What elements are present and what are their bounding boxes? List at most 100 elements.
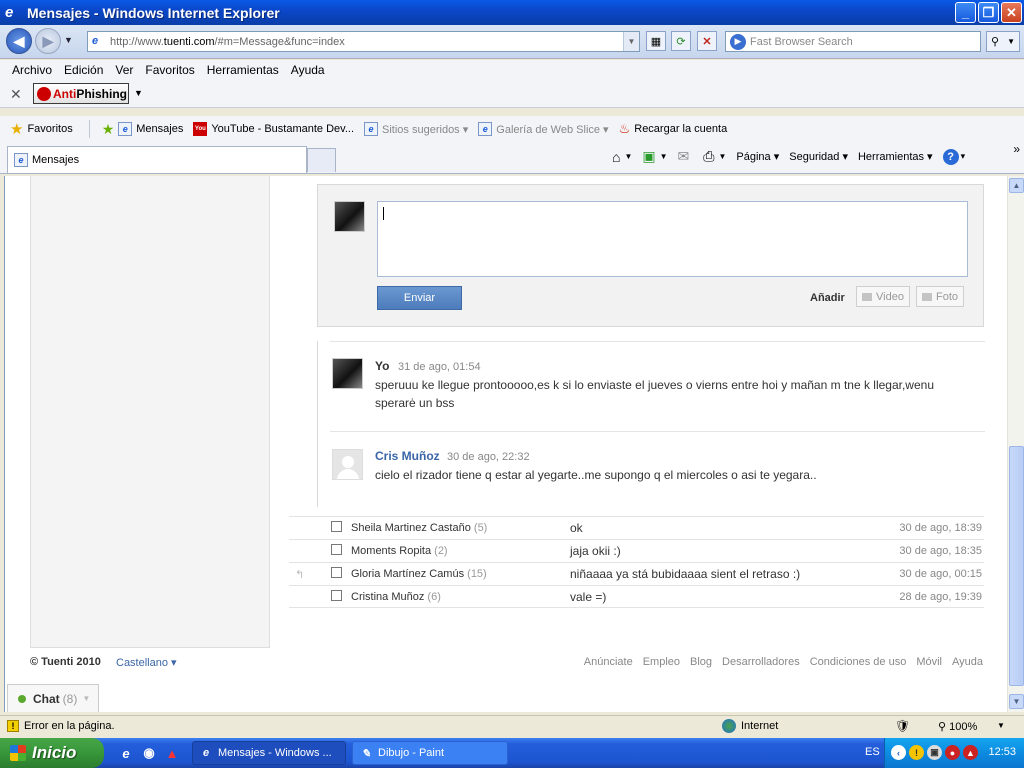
- vertical-scrollbar[interactable]: ▲ ▼: [1007, 176, 1024, 712]
- refresh-button[interactable]: ⟳: [671, 31, 691, 51]
- task-mensajes[interactable]: e Mensajes - Windows ...: [192, 741, 346, 765]
- message-author-link[interactable]: Cris Muñoz: [375, 449, 440, 463]
- menu-edicion[interactable]: Edición: [64, 63, 103, 77]
- chevron-up-icon: ▲: [1012, 181, 1021, 190]
- footer-link-condiciones[interactable]: Condiciones de uso: [810, 656, 907, 668]
- footer-link-anunciate[interactable]: Anúnciate: [584, 656, 633, 668]
- conversation-name: Moments Ropita (2): [351, 545, 448, 557]
- add-to-favorites-icon[interactable]: ★: [102, 121, 115, 138]
- feeds-button[interactable]: ▣ ▼: [642, 148, 667, 165]
- conversation-row[interactable]: Cristina Muñoz (6) vale =) 28 de ago, 19…: [289, 585, 984, 608]
- zoom-dropdown-icon[interactable]: ▼: [997, 721, 1005, 730]
- search-input[interactable]: ▶ Fast Browser Search: [725, 31, 981, 52]
- antiphishing-button[interactable]: Anti Phishing: [33, 83, 129, 104]
- more-tools-chevron[interactable]: »: [1013, 142, 1020, 156]
- page-menu[interactable]: Página ▾: [736, 150, 779, 163]
- fav-web-slice[interactable]: e Galería de Web Slice ▾: [478, 122, 609, 136]
- footer-link-ayuda[interactable]: Ayuda: [952, 656, 983, 668]
- menu-favoritos[interactable]: Favoritos: [145, 63, 194, 77]
- volume-icon[interactable]: ▲: [963, 745, 978, 760]
- mail-button[interactable]: ✉: [678, 148, 694, 165]
- search-go-button[interactable]: ⚲ ▼: [986, 31, 1020, 52]
- quicklaunch-app-icon[interactable]: ▲: [164, 745, 180, 761]
- fav-sitios-sugeridos[interactable]: e Sitios sugeridos ▾: [364, 122, 468, 136]
- security-center-icon[interactable]: !: [909, 745, 924, 760]
- antiphishing-dropdown-icon[interactable]: ▼: [134, 88, 143, 98]
- tab-mensajes[interactable]: e Mensajes: [7, 146, 307, 173]
- menu-ver[interactable]: Ver: [115, 63, 133, 77]
- conversation-checkbox[interactable]: [331, 544, 342, 555]
- conversation-row[interactable]: Sheila Martinez Castaño (5) ok 30 de ago…: [289, 516, 984, 539]
- message-textarea[interactable]: [377, 201, 968, 277]
- address-dropdown-icon[interactable]: ▼: [623, 32, 639, 51]
- chat-bar[interactable]: Chat (8) ▼: [7, 684, 99, 712]
- flame-icon: ♨: [618, 121, 631, 136]
- print-button[interactable]: ⎙ ▼: [703, 148, 726, 165]
- conversation-checkbox[interactable]: [331, 521, 342, 532]
- fav-mensajes[interactable]: e Mensajes: [118, 122, 183, 136]
- url-domain: tuenti.com: [163, 35, 215, 48]
- window-title: Mensajes - Windows Internet Explorer: [27, 4, 280, 21]
- footer-link-blog[interactable]: Blog: [690, 656, 712, 668]
- footer-links: Anúnciate Empleo Blog Desarrolladores Co…: [584, 656, 983, 668]
- restore-button[interactable]: ❐: [978, 2, 999, 23]
- close-button[interactable]: ✕: [1001, 2, 1022, 23]
- conversation-checkbox[interactable]: [331, 590, 342, 601]
- conversation-row[interactable]: ↰ Gloria Martínez Camús (15) niñaaaa ya …: [289, 562, 984, 585]
- help-menu[interactable]: ? ▾: [942, 148, 965, 165]
- title-bar[interactable]: e Mensajes - Windows Internet Explorer _…: [0, 0, 1024, 25]
- network-icon[interactable]: ▣: [927, 745, 942, 760]
- scrollbar-thumb[interactable]: [1009, 446, 1024, 686]
- footer-link-empleo[interactable]: Empleo: [643, 656, 680, 668]
- history-dropdown-icon[interactable]: ▼: [64, 35, 73, 45]
- menu-herramientas[interactable]: Herramientas: [207, 63, 279, 77]
- fav-youtube[interactable]: You YouTube - Bustamante Dev...: [193, 122, 354, 136]
- conversation-row[interactable]: Moments Ropita (2) jaja okii :) 30 de ag…: [289, 539, 984, 562]
- search-engine-icon: ▶: [730, 33, 746, 50]
- footer-link-movil[interactable]: Móvil: [916, 656, 942, 668]
- replied-icon: ↰: [295, 569, 305, 581]
- scroll-up-button[interactable]: ▲: [1009, 178, 1024, 193]
- clock: 12:53: [988, 746, 1016, 758]
- quicklaunch-ie-icon[interactable]: e: [118, 745, 134, 761]
- home-button[interactable]: ⌂ ▼: [612, 149, 632, 165]
- back-button[interactable]: ◀: [6, 28, 32, 54]
- chat-dropdown-icon[interactable]: ▼: [82, 694, 90, 703]
- minimize-button[interactable]: _: [955, 2, 976, 23]
- start-button[interactable]: Inicio: [0, 738, 104, 768]
- photo-button[interactable]: Foto: [916, 286, 965, 307]
- conversation-checkbox[interactable]: [331, 567, 342, 578]
- tray-expand-icon[interactable]: ‹: [891, 745, 906, 760]
- compat-view-button[interactable]: ▦: [646, 31, 666, 51]
- language-selector[interactable]: Castellano ▾: [116, 656, 177, 669]
- protected-mode-icon[interactable]: 🛡: [895, 719, 910, 733]
- zoom-level[interactable]: ⚲ 100%: [938, 720, 977, 733]
- error-status[interactable]: Error en la página.: [24, 720, 115, 732]
- address-input[interactable]: e http://www. tuenti.com/#m=Message&func=…: [87, 31, 640, 52]
- menu-archivo[interactable]: Archivo: [12, 63, 52, 77]
- video-button[interactable]: Video: [856, 286, 910, 307]
- favorites-button[interactable]: Favoritos: [27, 123, 72, 135]
- task-paint[interactable]: ✎ Dibujo - Paint: [352, 741, 508, 765]
- conversation-name: Cristina Muñoz (6): [351, 591, 441, 603]
- message-time: 31 de ago, 01:54: [398, 361, 481, 373]
- quicklaunch-media-icon[interactable]: ◉: [141, 745, 157, 761]
- input-language[interactable]: ES: [865, 746, 880, 758]
- antivirus-icon[interactable]: ●: [945, 745, 960, 760]
- tools-menu[interactable]: Herramientas ▾: [858, 150, 933, 163]
- thread-message: Yo 31 de ago, 01:54 speruuu ke llegue pr…: [330, 341, 985, 431]
- separator: [88, 120, 90, 138]
- security-menu[interactable]: Seguridad ▾: [789, 150, 848, 163]
- scroll-down-button[interactable]: ▼: [1009, 694, 1024, 709]
- footer-link-desarrolladores[interactable]: Desarrolladores: [722, 656, 800, 668]
- chat-count: (8): [62, 691, 78, 706]
- close-toolbar-icon[interactable]: ✕: [10, 86, 22, 103]
- forward-button[interactable]: ▶: [35, 28, 61, 54]
- send-button[interactable]: Enviar: [377, 286, 462, 310]
- menu-ayuda[interactable]: Ayuda: [291, 63, 325, 77]
- warning-icon[interactable]: !: [7, 720, 19, 732]
- stop-button[interactable]: ✕: [697, 31, 717, 51]
- fav-recargar[interactable]: ♨ Recargar la cuenta: [619, 121, 728, 137]
- search-options-icon[interactable]: ▼: [1007, 37, 1015, 46]
- new-tab-button[interactable]: [307, 148, 336, 172]
